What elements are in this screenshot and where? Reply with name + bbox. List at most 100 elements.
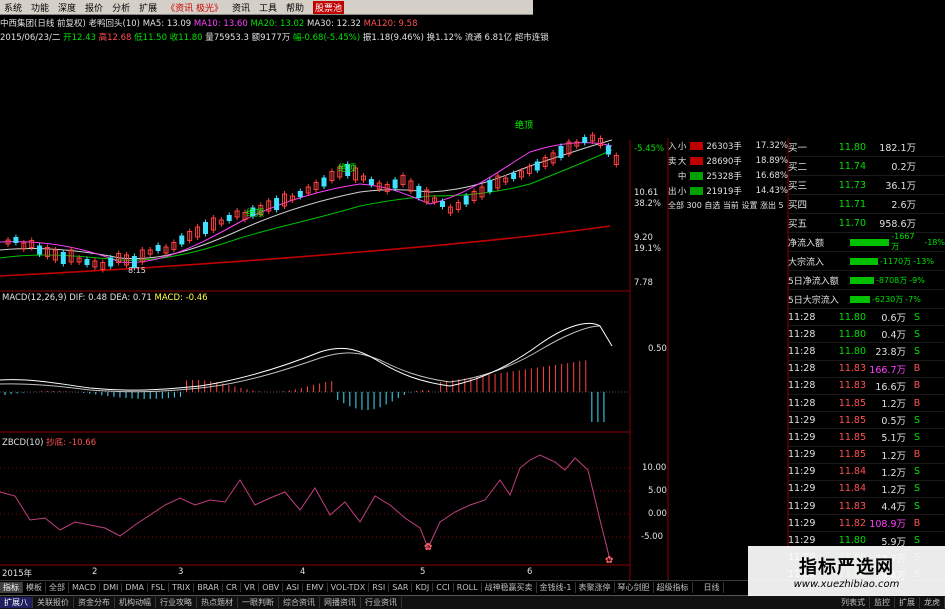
macd-histogram	[4, 360, 605, 422]
indicator-tab[interactable]: 表聚涨停	[576, 581, 615, 593]
footer-tab[interactable]: 资金分布	[74, 597, 115, 608]
buy-signal-icon: ✿	[605, 555, 613, 566]
netflow-pct: -9%	[909, 275, 925, 285]
tick-row: 11:28 11.83 16.6万 B	[788, 378, 945, 395]
footer-tab[interactable]: 一眼判断	[238, 597, 279, 608]
indicator-tab[interactable]: 琴心剑胆	[615, 581, 654, 593]
indicator-tab[interactable]: RSI	[369, 582, 390, 592]
candlestick-series	[5, 132, 619, 273]
flow-pct: 14.43%	[755, 185, 788, 196]
tick-volume: 5.1万	[881, 433, 906, 445]
indicator-tab[interactable]: 超级指标	[654, 581, 693, 593]
footer-tab[interactable]: 综合资讯	[279, 597, 320, 608]
axis-price: 10.61	[634, 188, 659, 198]
tick-direction: S	[913, 431, 921, 443]
indicator-tab[interactable]: DMI	[100, 582, 123, 592]
xaxis-label: 5	[420, 567, 426, 577]
netflow-value: -1170万	[880, 256, 912, 266]
tick-price: 11.82	[838, 517, 866, 529]
tick-price: 11.85	[838, 449, 866, 461]
footer-right-tab[interactable]: 龙虎	[920, 597, 945, 608]
flow-size: 小	[677, 186, 687, 197]
indicator-tab[interactable]: FSL	[148, 582, 169, 592]
footer-tab[interactable]: 扩展八	[0, 597, 33, 608]
footer-right-tab[interactable]: 列表式	[837, 597, 870, 608]
xaxis-label: 3	[178, 567, 184, 577]
tick-row: 11:29 11.85 0.5万 S	[788, 412, 945, 430]
orderbook-volume: 0.2万	[891, 162, 916, 173]
tick-row: 11:28 11.80 23.8万 S	[788, 343, 945, 361]
indicator-tab[interactable]: 指标	[0, 581, 23, 593]
tick-volume: 1.2万	[881, 484, 906, 496]
orderbook-price: 11.74	[838, 160, 866, 172]
indicator-tab[interactable]: ASI	[283, 582, 304, 592]
axis-change-pct: -5.45%	[634, 144, 665, 154]
orderbook-label: 买二	[788, 162, 808, 173]
tick-row: 11:29 11.84 1.2万 S	[788, 464, 945, 481]
netflow-value: -6230万	[872, 294, 904, 304]
tick-time: 11:29	[788, 483, 816, 495]
indicator-tab[interactable]: 全部	[46, 581, 69, 593]
indicator-tab[interactable]: 战神稳赢买卖	[482, 581, 537, 593]
footer-tab[interactable]: 网播资讯	[320, 597, 361, 608]
tick-time: 11:29	[788, 466, 816, 478]
footer-tab[interactable]: 热点题材	[197, 597, 238, 608]
indicator-tab[interactable]: ROLL	[454, 582, 482, 592]
zbcd-title: ZBCD(10)	[2, 438, 44, 448]
tick-volume: 0.4万	[881, 330, 906, 342]
footer-right-tab[interactable]: 扩展	[895, 597, 920, 608]
tick-time: 11:29	[788, 517, 816, 529]
tick-direction: B	[913, 397, 921, 409]
flow-size: 中	[677, 171, 687, 182]
indicator-tab[interactable]: TRIX	[169, 582, 195, 592]
tick-time: 11:28	[788, 363, 816, 375]
indicator-tab[interactable]: 模板	[23, 581, 46, 593]
tick-volume: 1.2万	[881, 450, 906, 462]
quote-panel: 买一 11.80 182.1万 买二 11.74 0.2万 买三 11.73 36.1万 买四 11…	[788, 138, 945, 584]
footer-tab[interactable]: 行业攻略	[156, 597, 197, 608]
indicator-tab[interactable]: MACD	[69, 582, 100, 592]
period-tab[interactable]: 日线	[701, 581, 724, 593]
tick-direction: S	[913, 414, 921, 426]
netflow-label: 5日净流入额	[788, 276, 839, 287]
tick-price: 11.83	[838, 363, 866, 375]
netflow-bar	[850, 257, 878, 265]
netflow-bar	[850, 276, 874, 284]
top-signal-mark: 绝顶	[338, 162, 356, 174]
tick-direction: S	[913, 345, 921, 357]
indicator-tab[interactable]: CR	[223, 582, 242, 592]
netflow-pct: -13%	[913, 256, 934, 266]
mid-tabs[interactable]: 全部 300 自选 当前 设置 涨出 5	[668, 198, 788, 213]
macd-legend: MACD(12,26,9) DIF: 0.48 DEA: 0.71 MACD: …	[2, 293, 208, 303]
orderbook-label: 买四	[788, 200, 808, 211]
footer-right-tab[interactable]: 监控	[870, 597, 895, 608]
tick-volume: 166.7万	[869, 364, 906, 376]
netflow-label: 5日大宗流入	[788, 295, 839, 306]
tick-time: 11:28	[788, 328, 816, 340]
zbcd-sub: 抄底: -10.66	[46, 438, 97, 448]
indicator-tab[interactable]: CCI	[433, 582, 454, 592]
tick-volume: 23.8万	[875, 347, 906, 359]
indicator-tab[interactable]: VR	[241, 582, 260, 592]
flow-pct: 16.68%	[755, 170, 788, 181]
tick-row: 11:28 11.80 0.6万 S	[788, 309, 945, 327]
indicator-tab[interactable]: VOL-TDX	[328, 582, 370, 592]
indicator-tab[interactable]: SAR	[389, 582, 413, 592]
tick-row: 11:29 11.84 1.2万 S	[788, 481, 945, 499]
indicator-tab[interactable]: OBV	[259, 582, 284, 592]
ma10-line	[0, 142, 613, 263]
netflow-bar	[850, 295, 870, 303]
footer-tab[interactable]: 行业资讯	[361, 597, 402, 608]
xaxis-label: 2	[92, 567, 98, 577]
netflow-pct: -7%	[905, 294, 921, 304]
netflow-row: 5日大宗流入 -6230万 -7%	[788, 290, 945, 309]
orderbook-row: 买四 11.71 2.6万	[788, 195, 945, 214]
indicator-tab[interactable]: BRAR	[194, 582, 224, 592]
footer-tab[interactable]: 关联报价	[33, 597, 74, 608]
indicator-tab[interactable]: DMA	[122, 582, 148, 592]
indicator-tab[interactable]: EMV	[303, 582, 328, 592]
indicator-tab[interactable]: KDJ	[412, 582, 434, 592]
footer-tab[interactable]: 机构动幅	[115, 597, 156, 608]
indicator-tab[interactable]: 金钱线-1	[537, 581, 576, 593]
netflow-bar	[849, 238, 890, 246]
